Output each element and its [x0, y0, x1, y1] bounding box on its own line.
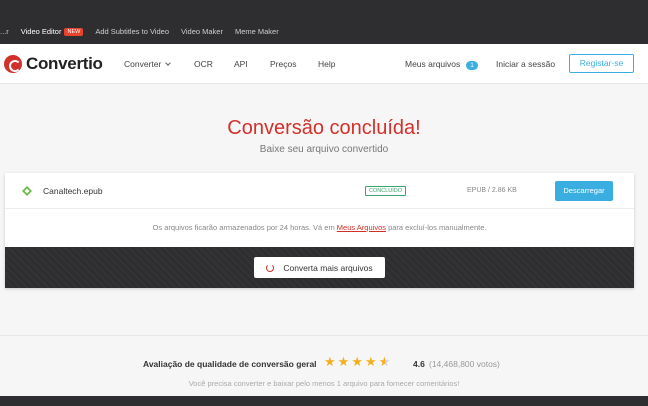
rating-note: Você precisa converter e baixar pelo men…: [188, 379, 460, 388]
top-link-add-subtitles[interactable]: Add Subtitles to Video: [95, 27, 169, 36]
file-name: Canaltech.epub: [43, 186, 103, 196]
chevron-down-icon: [165, 60, 172, 66]
star-icon[interactable]: ★: [365, 355, 377, 368]
top-link-0[interactable]: ...r: [0, 27, 9, 36]
main-nav: Convertio Converter OCR API Preços Help …: [0, 44, 648, 84]
storage-note-before: Os arquivos ficarão armazenados por 24 h…: [152, 223, 337, 232]
star-half-icon[interactable]: ★: [379, 355, 391, 368]
epub-file-icon: [22, 186, 32, 196]
rating-label: Avaliação de qualidade de conversão gera…: [143, 359, 317, 369]
my-files-label: Meus arquivos: [405, 59, 461, 69]
top-links: ...r Video Editor NEW Add Subtitles to V…: [0, 27, 291, 36]
file-row: Canaltech.epub CONCLUÍDO EPUB / 2.86 KB …: [5, 173, 634, 209]
nav-login[interactable]: Iniciar a sessão: [496, 59, 555, 69]
new-badge: NEW: [64, 27, 84, 36]
nav-api[interactable]: API: [234, 59, 248, 69]
nav-ocr[interactable]: OCR: [194, 59, 213, 69]
rating-stars[interactable]: ★ ★ ★ ★ ★: [324, 355, 392, 368]
page-subtitle: Baixe seu arquivo convertido: [259, 144, 389, 155]
nav-my-files[interactable]: Meus arquivos 1: [405, 59, 478, 70]
top-link-video-maker[interactable]: Video Maker: [181, 27, 223, 36]
rating-value: 4.6: [413, 359, 425, 369]
star-icon[interactable]: ★: [324, 355, 336, 368]
file-info: EPUB / 2.86 KB: [467, 187, 517, 194]
star-icon[interactable]: ★: [351, 355, 363, 368]
divider: [0, 335, 648, 336]
nav-converter[interactable]: Converter: [124, 59, 172, 69]
bottom-strip: [0, 396, 648, 406]
register-button[interactable]: Registar-se: [569, 54, 634, 73]
nav-help[interactable]: Help: [318, 59, 335, 69]
star-icon[interactable]: ★: [338, 355, 350, 368]
nav-precos[interactable]: Preços: [270, 59, 296, 69]
logo[interactable]: Convertio: [4, 54, 103, 74]
refresh-icon: [266, 263, 275, 272]
conversion-card: Canaltech.epub CONCLUÍDO EPUB / 2.86 KB …: [5, 173, 634, 288]
my-files-count: 1: [466, 61, 478, 70]
rating-votes: (14,468,800 votos): [429, 359, 500, 369]
convert-more-band: Converta mais arquivos: [5, 247, 634, 288]
storage-note-after: para excluí-los manualmente.: [386, 223, 487, 232]
download-button[interactable]: Descarregar: [555, 181, 613, 201]
top-link-video-editor[interactable]: Video Editor: [21, 27, 62, 36]
page-title: Conversão concluída!: [227, 117, 421, 139]
status-badge: CONCLUÍDO: [365, 186, 407, 196]
nav-converter-label: Converter: [124, 59, 162, 69]
convert-more-label: Converta mais arquivos: [283, 262, 373, 273]
top-link-meme-maker[interactable]: Meme Maker: [235, 27, 279, 36]
my-files-link[interactable]: Meus Arquivos: [337, 223, 386, 232]
top-strip: ...r Video Editor NEW Add Subtitles to V…: [0, 0, 648, 44]
brand-name: Convertio: [26, 54, 103, 73]
convertio-logo-icon: [4, 55, 22, 73]
convert-more-button[interactable]: Converta mais arquivos: [254, 257, 385, 278]
storage-note: Os arquivos ficarão armazenados por 24 h…: [5, 223, 634, 232]
